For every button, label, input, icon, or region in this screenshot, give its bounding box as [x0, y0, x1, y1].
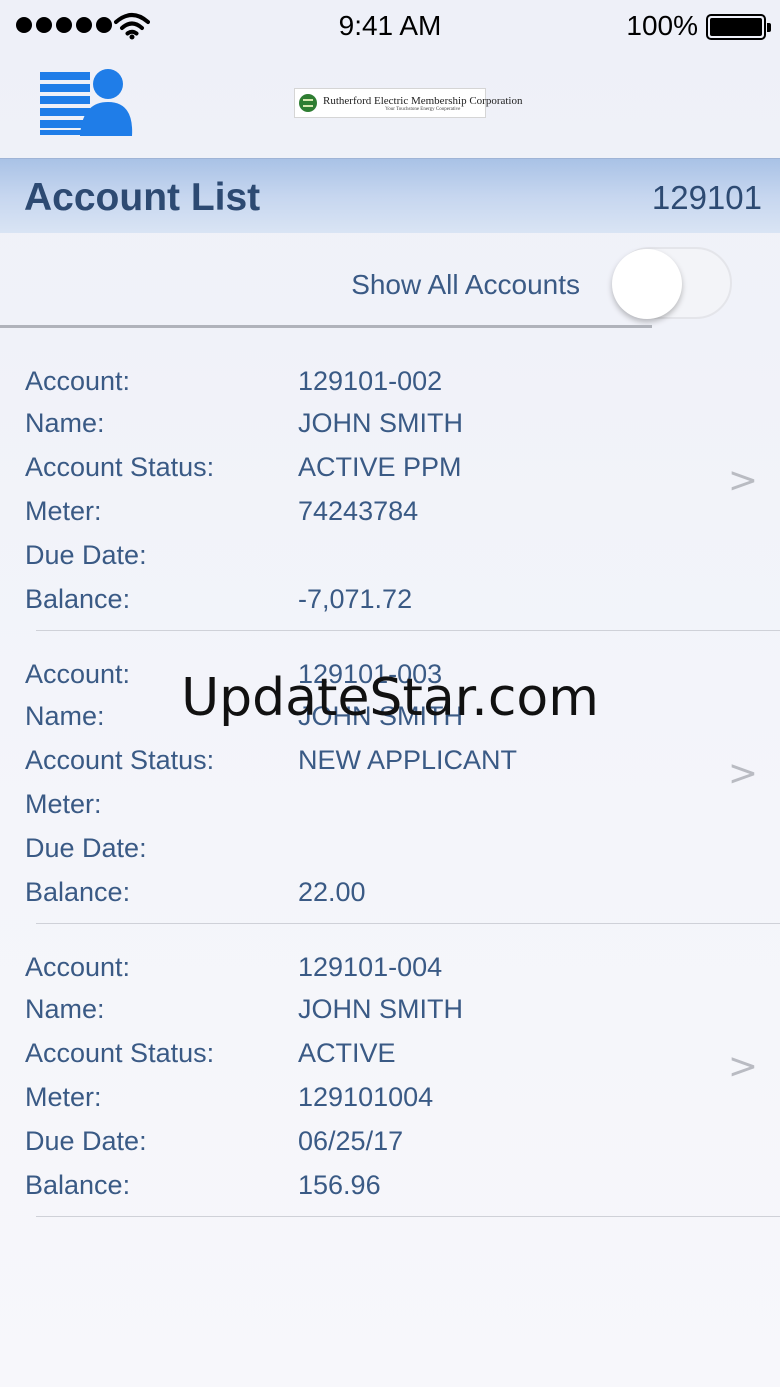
field-value: 06/25/17 — [298, 1126, 404, 1156]
field-row-status: Account Status: ACTIVE — [25, 1038, 705, 1082]
account-card[interactable]: Account: 129101-004 Name: JOHN SMITH Acc… — [0, 946, 780, 1239]
chevron-right-icon[interactable]: > — [728, 460, 758, 501]
field-row-account: Account: 129101-003 — [25, 659, 705, 703]
field-value: JOHN SMITH — [298, 701, 463, 731]
field-value: 129101-002 — [298, 366, 443, 396]
field-value: NEW APPLICANT — [298, 745, 518, 775]
logo-emblem-icon — [299, 94, 317, 112]
field-value: JOHN SMITH — [298, 408, 463, 438]
field-label: Meter: — [25, 789, 102, 819]
field-value: 129101-004 — [298, 952, 443, 982]
field-value: 74243784 — [298, 496, 419, 526]
field-label: Account: — [25, 952, 131, 982]
logo-tagline: Your Touchstone Energy Cooperative — [385, 106, 461, 112]
field-label: Balance: — [25, 584, 131, 614]
field-row-balance: Balance: 22.00 — [25, 877, 705, 921]
field-value: -7,071.72 — [298, 584, 413, 614]
battery-icon — [706, 14, 771, 40]
field-label: Balance: — [25, 877, 131, 907]
field-row-due-date: Due Date: 06/25/17 — [25, 1126, 705, 1170]
field-label: Meter: — [25, 1082, 102, 1112]
company-logo: Rutherford Electric Membership Corporati… — [294, 88, 522, 118]
divider — [36, 630, 780, 631]
divider — [0, 325, 652, 328]
field-label: Due Date: — [25, 1126, 147, 1156]
field-value: 129101004 — [298, 1082, 434, 1112]
field-label: Name: — [25, 994, 105, 1024]
field-label: Meter: — [25, 496, 102, 526]
field-row-name: Name: JOHN SMITH — [25, 701, 705, 745]
field-row-status: Account Status: NEW APPLICANT — [25, 745, 705, 789]
field-value: 156.96 — [298, 1170, 381, 1200]
app-header: Rutherford Electric Membership Corporati… — [0, 54, 780, 158]
field-label: Balance: — [25, 1170, 131, 1200]
status-bar: 9:41 AM 100% — [0, 0, 780, 54]
field-value: ACTIVE — [298, 1038, 396, 1068]
show-all-accounts-row: Show All Accounts — [0, 233, 780, 329]
title-bar: Account List 129101 — [0, 158, 780, 233]
field-row-name: Name: JOHN SMITH — [25, 994, 705, 1038]
field-value: 129101-003 — [298, 659, 443, 689]
field-label: Name: — [25, 701, 105, 731]
field-row-name: Name: JOHN SMITH — [25, 408, 705, 452]
divider — [36, 923, 780, 924]
field-row-meter: Meter: 74243784 — [25, 496, 705, 540]
field-row-meter: Meter: 129101004 — [25, 1082, 705, 1126]
field-row-due-date: Due Date: — [25, 540, 705, 584]
field-label: Account Status: — [25, 745, 215, 775]
field-row-account: Account: 129101-004 — [25, 952, 705, 996]
account-list: Account: 129101-002 Name: JOHN SMITH Acc… — [0, 360, 780, 1239]
field-label: Name: — [25, 408, 105, 438]
field-label: Account Status: — [25, 1038, 215, 1068]
account-card[interactable]: Account: 129101-002 Name: JOHN SMITH Acc… — [0, 360, 780, 653]
field-row-status: Account Status: ACTIVE PPM — [25, 452, 705, 496]
field-row-account: Account: 129101-002 — [25, 366, 705, 410]
field-value: 22.00 — [298, 877, 366, 907]
battery-percent: 100% — [626, 10, 698, 41]
toggle-knob[interactable] — [612, 249, 682, 319]
field-value: JOHN SMITH — [298, 994, 463, 1024]
field-row-balance: Balance: -7,071.72 — [25, 584, 705, 628]
field-label: Due Date: — [25, 833, 147, 863]
toggle-label: Show All Accounts — [351, 269, 580, 300]
logo-name: Rutherford Electric Membership Corporati… — [323, 94, 523, 107]
divider — [36, 1216, 780, 1217]
show-all-accounts-toggle[interactable] — [612, 247, 732, 319]
field-row-due-date: Due Date: — [25, 833, 705, 877]
field-label: Account Status: — [25, 452, 215, 482]
account-list-menu-icon[interactable] — [40, 68, 134, 136]
chevron-right-icon[interactable]: > — [728, 753, 758, 794]
chevron-right-icon[interactable]: > — [728, 1046, 758, 1087]
field-label: Account: — [25, 366, 131, 396]
field-value: ACTIVE PPM — [298, 452, 462, 482]
field-row-balance: Balance: 156.96 — [25, 1170, 705, 1214]
field-label: Due Date: — [25, 540, 147, 570]
member-number: 129101 — [651, 179, 762, 216]
field-label: Account: — [25, 659, 131, 689]
account-card[interactable]: Account: 129101-003 Name: JOHN SMITH Acc… — [0, 653, 780, 946]
field-row-meter: Meter: — [25, 789, 705, 833]
page-title: Account List — [24, 176, 261, 219]
